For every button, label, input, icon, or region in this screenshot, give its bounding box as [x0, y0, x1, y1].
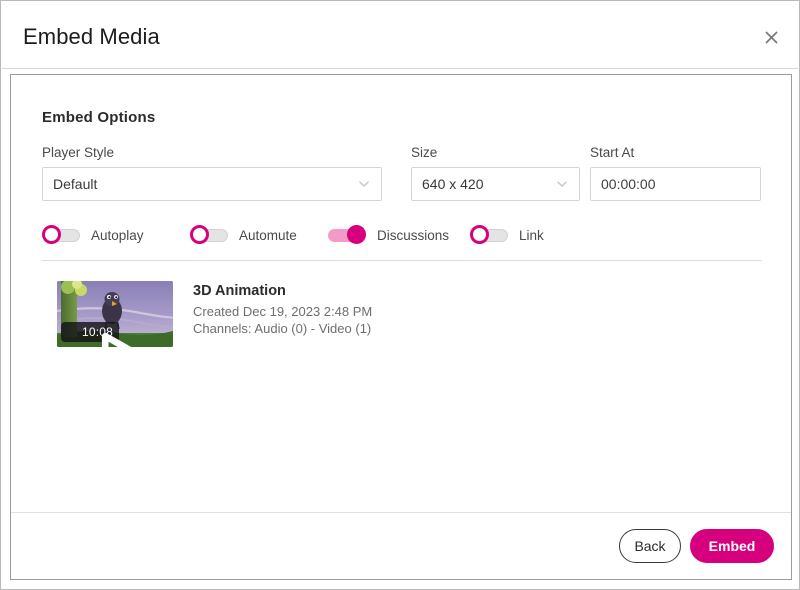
toggle-switch-icon	[190, 225, 228, 245]
close-glyph	[764, 30, 778, 44]
page-title: Embed Media	[23, 24, 160, 49]
back-button[interactable]: Back	[619, 529, 681, 563]
toggle-automute-label: Automute	[239, 227, 297, 243]
media-thumbnail[interactable]: 10:08	[57, 281, 173, 347]
media-duration-text: 10:08	[82, 325, 114, 339]
size-select[interactable]: 640 x 420	[411, 167, 580, 201]
start-at-input[interactable]	[590, 167, 761, 201]
media-title: 3D Animation	[193, 283, 286, 299]
toggle-discussions[interactable]: Discussions	[328, 221, 449, 249]
dialog-body-panel: Embed Options Player Style Default Size …	[10, 74, 792, 580]
toggle-discussions-label: Discussions	[377, 227, 450, 243]
size-label: Size	[411, 145, 438, 160]
media-duration-badge: 10:08	[61, 322, 133, 347]
toggle-autoplay[interactable]: Autoplay	[42, 221, 144, 249]
player-style-value: Default	[53, 176, 98, 192]
chevron-down-icon	[357, 177, 371, 191]
embed-button[interactable]: Embed	[690, 529, 774, 563]
toggle-switch-icon	[328, 225, 366, 245]
size-value: 640 x 420	[422, 176, 484, 192]
section-title: Embed Options	[42, 109, 156, 126]
player-style-select[interactable]: Default	[42, 167, 382, 201]
section-divider	[42, 260, 762, 261]
chevron-down-icon	[555, 177, 569, 191]
play-icon	[65, 326, 133, 347]
player-style-label: Player Style	[42, 145, 115, 160]
toggle-switch-icon	[470, 225, 508, 245]
media-list-item[interactable]: 10:08 3D Animation Created Dec 19, 2023 …	[57, 281, 477, 351]
toggle-link[interactable]: Link	[470, 221, 544, 249]
embed-media-dialog: Embed Media Embed Options Player Style D…	[0, 0, 800, 590]
toggle-options-row: Autoplay Automute Discussions Link	[42, 221, 762, 249]
media-created-text: Created Dec 19, 2023 2:48 PM	[193, 304, 373, 319]
start-at-label: Start At	[590, 145, 635, 160]
toggle-switch-icon	[42, 225, 80, 245]
toggle-autoplay-label: Autoplay	[91, 227, 144, 243]
media-channels-text: Channels: Audio (0) - Video (1)	[193, 321, 372, 336]
toggle-link-label: Link	[519, 227, 544, 243]
media-metadata: 3D Animation Created Dec 19, 2023 2:48 P…	[193, 283, 372, 337]
toggle-automute[interactable]: Automute	[190, 221, 297, 249]
dialog-titlebar: Embed Media	[2, 2, 798, 69]
close-icon[interactable]	[758, 24, 784, 50]
dialog-footer: Back Embed	[11, 513, 791, 579]
